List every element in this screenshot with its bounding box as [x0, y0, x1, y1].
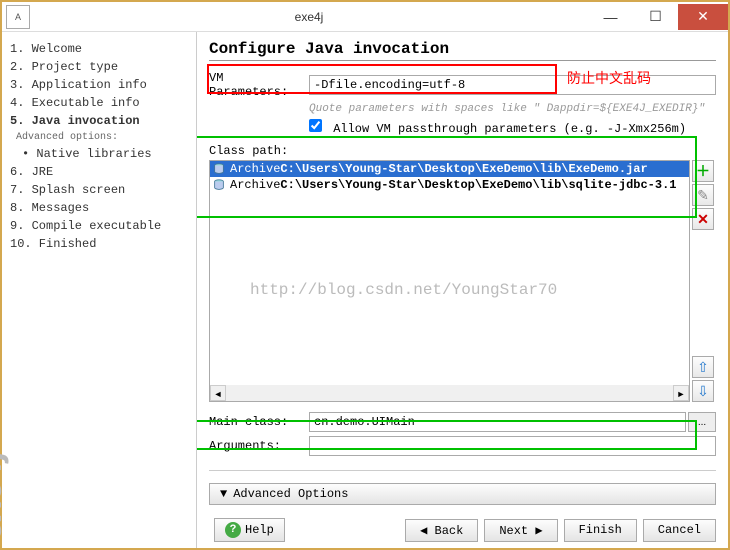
page-heading: Configure Java invocation: [209, 40, 716, 61]
classpath-item[interactable]: Archive C:\Users\Young-Star\Desktop\ExeD…: [210, 177, 689, 193]
vm-params-label: VM Parameters:: [209, 71, 309, 99]
advanced-options-label: Advanced Options: [233, 487, 348, 501]
vm-params-input[interactable]: [309, 75, 716, 95]
help-button[interactable]: ? Help: [214, 518, 285, 542]
close-button[interactable]: ✕: [678, 4, 728, 30]
classpath-list[interactable]: Archive C:\Users\Young-Star\Desktop\ExeD…: [209, 160, 690, 402]
wizard-step-10[interactable]: 10. Finished: [6, 235, 192, 253]
edit-classpath-button[interactable]: ✎: [692, 184, 714, 206]
watermark-text: http://blog.csdn.net/YoungStar70: [250, 281, 557, 299]
title-bar: A exe4j — ☐ ✕: [2, 2, 728, 32]
main-panel: Configure Java invocation 防止中文乱码 VM Para…: [197, 32, 728, 548]
back-button[interactable]: ◀ Back: [405, 519, 478, 542]
move-up-button[interactable]: ⇧: [692, 356, 714, 378]
bottom-button-bar: ? Help ◀ Back Next ▶ Finish Cancel: [214, 518, 716, 542]
wizard-step-4[interactable]: 4. Executable info: [6, 94, 192, 112]
wizard-step-6[interactable]: 6. JRE: [6, 163, 192, 181]
annotation-red-text: 防止中文乱码: [567, 68, 651, 88]
wizard-step-8[interactable]: 8. Messages: [6, 199, 192, 217]
wizard-step-9[interactable]: 9. Compile executable: [6, 217, 192, 235]
passthrough-checkbox-label[interactable]: Allow VM passthrough parameters (e.g. -J…: [309, 122, 686, 136]
arguments-label: Arguments:: [209, 439, 309, 453]
next-button[interactable]: Next ▶: [484, 519, 557, 542]
passthrough-text: Allow VM passthrough parameters (e.g. -J…: [333, 122, 686, 136]
main-class-label: Main class:: [209, 415, 309, 429]
classpath-item[interactable]: Archive C:\Users\Young-Star\Desktop\ExeD…: [210, 161, 689, 177]
window-title: exe4j: [30, 10, 588, 24]
help-label: Help: [245, 523, 274, 537]
wizard-step-2[interactable]: 2. Project type: [6, 58, 192, 76]
scroll-left-icon[interactable]: ◄: [210, 385, 226, 401]
archive-icon: [212, 178, 226, 192]
wizard-step-3[interactable]: 3. Application info: [6, 76, 192, 94]
wizard-substep[interactable]: • Native libraries: [6, 145, 192, 163]
finish-button[interactable]: Finish: [564, 519, 637, 542]
cancel-button[interactable]: Cancel: [643, 519, 716, 542]
horizontal-scrollbar[interactable]: ◄ ►: [210, 385, 689, 401]
wizard-steps-sidebar: 1. Welcome2. Project type3. Application …: [2, 32, 197, 548]
minimize-button[interactable]: —: [588, 4, 633, 30]
main-class-input[interactable]: [309, 412, 686, 432]
browse-main-class-button[interactable]: ...: [688, 412, 716, 432]
arguments-input[interactable]: [309, 436, 716, 456]
advanced-options-label: Advanced options:: [6, 130, 192, 145]
chevron-down-icon: ▼: [220, 487, 227, 501]
scroll-right-icon[interactable]: ►: [673, 385, 689, 401]
vm-params-hint: Quote parameters with spaces like " Dapp…: [309, 103, 716, 115]
wizard-step-1[interactable]: 1. Welcome: [6, 40, 192, 58]
help-icon: ?: [225, 522, 241, 538]
add-classpath-button[interactable]: ＋: [692, 160, 714, 182]
arrow-right-icon: ▶: [528, 524, 542, 538]
arrow-left-icon: ◀: [420, 524, 434, 538]
app-icon: A: [6, 5, 30, 29]
advanced-options-button[interactable]: ▼ Advanced Options: [209, 483, 716, 505]
wizard-step-7[interactable]: 7. Splash screen: [6, 181, 192, 199]
passthrough-checkbox[interactable]: [309, 119, 322, 132]
classpath-label: Class path:: [209, 144, 716, 158]
maximize-button[interactable]: ☐: [633, 4, 678, 30]
wizard-step-5[interactable]: 5. Java invocation: [6, 112, 192, 130]
move-down-button[interactable]: ⇩: [692, 380, 714, 402]
archive-icon: [212, 162, 226, 176]
remove-classpath-button[interactable]: ✕: [692, 208, 714, 230]
brand-logo: exe4j: [0, 450, 10, 540]
